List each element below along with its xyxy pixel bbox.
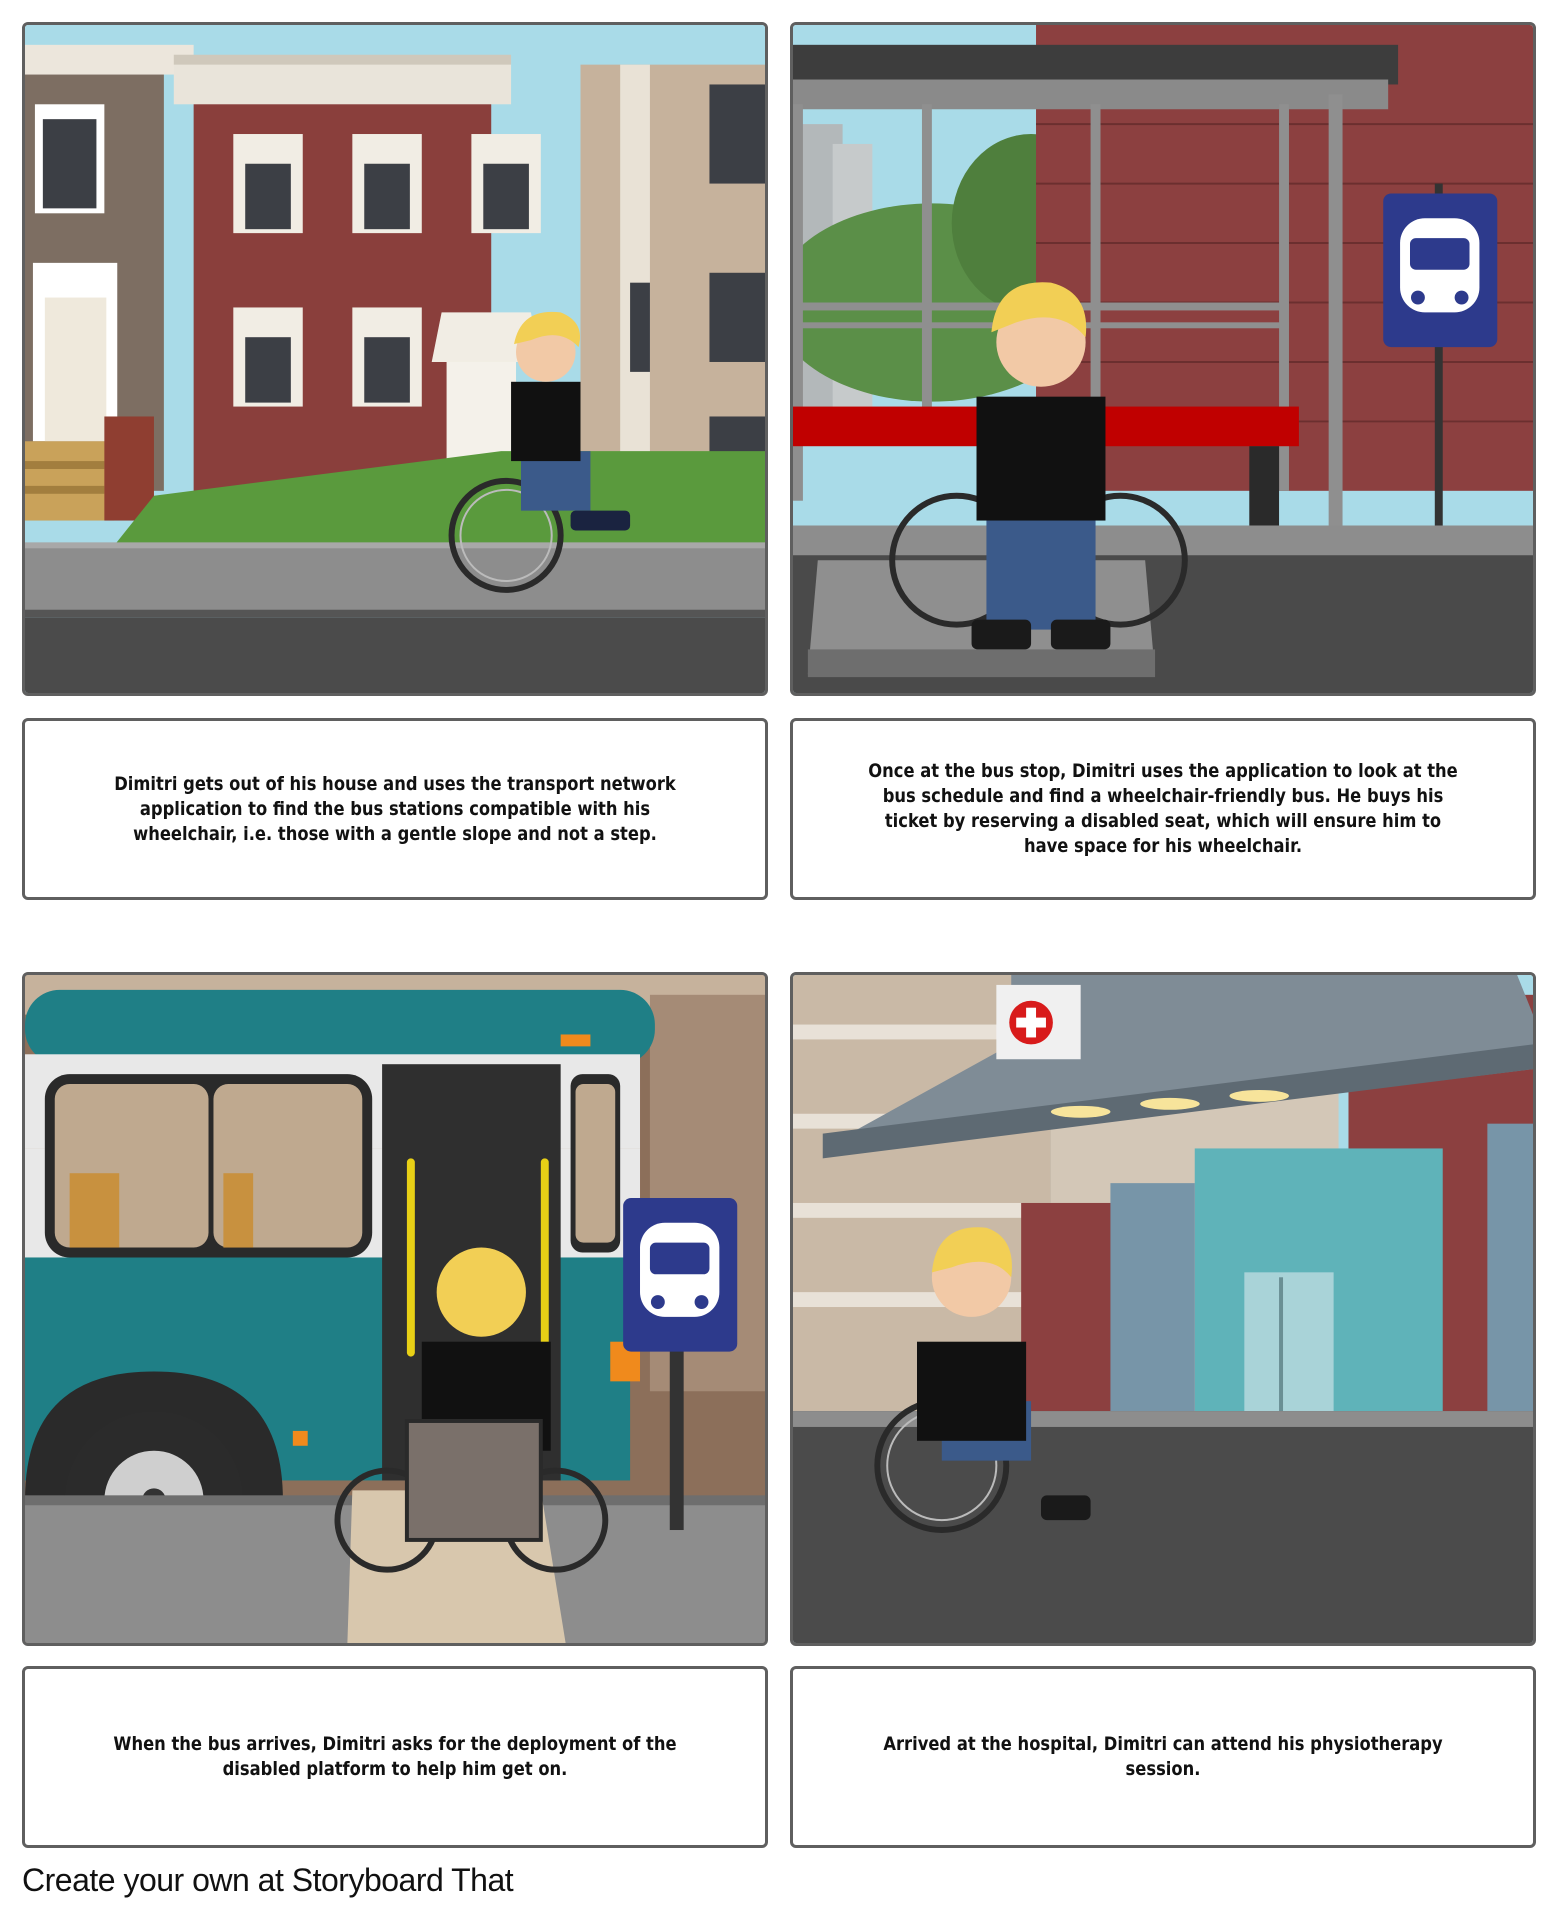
- bus-stop-sign-icon: [1383, 193, 1498, 348]
- panel-bus-boarding: [22, 972, 768, 1646]
- hospital-scene-illustration: [793, 975, 1533, 1643]
- house-scene-illustration: [25, 25, 765, 693]
- caption-text-3: When the bus arrives, Dimitri asks for t…: [113, 1733, 677, 1780]
- bus-stop-sign-icon: [623, 1197, 738, 1352]
- caption-text-2: Once at the bus stop, Dimitri uses the a…: [868, 760, 1458, 857]
- caption-box-4: Arrived at the hospital, Dimitri can att…: [790, 1666, 1536, 1848]
- panel-hospital: [790, 972, 1536, 1646]
- footer-link[interactable]: Create your own at Storyboard That: [22, 1862, 514, 1899]
- hospital-cross-icon: [996, 984, 1081, 1060]
- caption-box-2: Once at the bus stop, Dimitri uses the a…: [790, 718, 1536, 900]
- bus-boarding-scene-illustration: [25, 975, 765, 1643]
- panel-bus-stop: [790, 22, 1536, 696]
- bus-stop-scene-illustration: [793, 25, 1533, 693]
- caption-text-4: Arrived at the hospital, Dimitri can att…: [883, 1733, 1443, 1780]
- caption-box-1: Dimitri gets out of his house and uses t…: [22, 718, 768, 900]
- caption-text-1: Dimitri gets out of his house and uses t…: [114, 772, 676, 845]
- caption-box-3: When the bus arrives, Dimitri asks for t…: [22, 1666, 768, 1848]
- panel-house: [22, 22, 768, 696]
